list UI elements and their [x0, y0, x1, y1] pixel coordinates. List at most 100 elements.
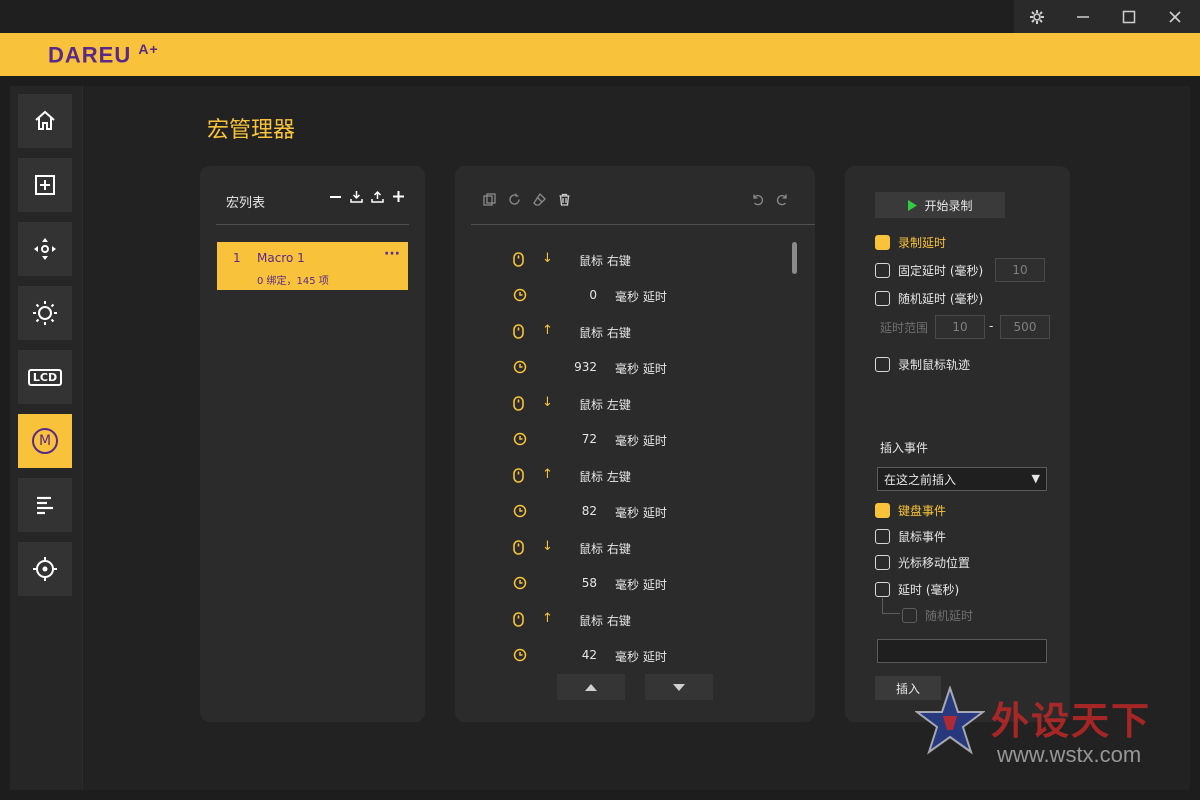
minus-icon[interactable]: [329, 190, 342, 203]
event-row[interactable]: 932 毫秒 延时: [455, 350, 785, 386]
fixed-delay-checkbox[interactable]: [875, 263, 890, 278]
fixed-delay-option[interactable]: 固定延时 (毫秒): [875, 262, 983, 279]
record-track-checkbox[interactable]: [875, 357, 890, 372]
caret-down-icon: ▼: [1031, 472, 1040, 485]
sidebar-item-home[interactable]: [18, 94, 72, 148]
import-icon[interactable]: [350, 190, 363, 203]
mouse-event-option[interactable]: 鼠标事件: [875, 528, 946, 545]
close-button[interactable]: [1152, 0, 1198, 33]
redo-arrow-icon[interactable]: [776, 193, 789, 206]
triangle-down-icon: [673, 683, 685, 691]
insert-value-input[interactable]: [877, 639, 1047, 663]
sidebar-item-macro[interactable]: M: [18, 414, 72, 468]
direction-arrow: ↓: [542, 539, 553, 554]
home-icon: [35, 110, 55, 130]
insert-random-delay-checkbox[interactable]: [902, 608, 917, 623]
export-icon[interactable]: [371, 190, 384, 203]
event-row[interactable]: 0 毫秒 延时: [455, 278, 785, 314]
settings-button[interactable]: [1014, 0, 1060, 33]
scroll-down-button[interactable]: [645, 674, 713, 700]
clock-icon: [513, 504, 527, 518]
sidebar-item-lighting[interactable]: [18, 286, 72, 340]
play-icon: [908, 199, 918, 211]
event-row[interactable]: 42 毫秒 延时: [455, 638, 785, 674]
watermark-text: 外设天下: [991, 699, 1152, 743]
event-label: 鼠标 右键: [579, 542, 631, 556]
maximize-button[interactable]: [1106, 0, 1152, 33]
event-row[interactable]: ↓ 鼠标 右键: [455, 530, 785, 566]
macro-more-button[interactable]: ···: [384, 246, 400, 262]
scroll-up-button[interactable]: [557, 674, 625, 700]
record-delay-label: 录制延时: [898, 236, 947, 250]
delay-range-max-input[interactable]: 500: [1000, 315, 1050, 339]
mouse-icon: [513, 252, 524, 267]
insert-delay-option[interactable]: 延时 (毫秒): [875, 581, 959, 598]
insert-position-select[interactable]: 在这之前插入 ▼: [877, 467, 1047, 491]
event-row[interactable]: ↓ 鼠标 右键: [455, 242, 785, 278]
macro-number: 1: [233, 251, 241, 265]
delay-range-min-input[interactable]: 10: [935, 315, 985, 339]
event-row[interactable]: ↑ 鼠标 左键: [455, 458, 785, 494]
event-row[interactable]: ↓ 鼠标 左键: [455, 386, 785, 422]
sidebar-item-dpi[interactable]: [18, 542, 72, 596]
insert-random-delay-option[interactable]: 随机延时: [902, 607, 973, 624]
cursor-position-option[interactable]: 光标移动位置: [875, 554, 970, 571]
sidebar-item-add[interactable]: [18, 158, 72, 212]
mouse-icon: [513, 324, 524, 339]
insert-delay-label: 延时 (毫秒): [898, 583, 960, 597]
delay-range-separator: -: [989, 319, 994, 333]
random-delay-checkbox[interactable]: [875, 291, 890, 306]
event-row[interactable]: 72 毫秒 延时: [455, 422, 785, 458]
keyboard-event-checkbox[interactable]: [875, 503, 890, 518]
random-delay-option[interactable]: 随机延时 (毫秒): [875, 290, 983, 307]
keyboard-event-option[interactable]: 键盘事件: [875, 502, 946, 519]
delay-value: 0: [589, 288, 597, 302]
add-icon[interactable]: [392, 190, 405, 203]
clock-icon: [513, 432, 527, 446]
macro-name: Macro 1: [257, 251, 305, 265]
window-controls: [1014, 0, 1200, 33]
fixed-delay-label: 固定延时 (毫秒): [898, 264, 984, 278]
events-divider: [471, 224, 815, 225]
record-delay-checkbox[interactable]: [875, 235, 890, 250]
star-logo-icon: [915, 686, 985, 755]
event-row[interactable]: ↑ 鼠标 右键: [455, 602, 785, 638]
event-label: 鼠标 左键: [579, 470, 631, 484]
record-delay-option[interactable]: 录制延时: [875, 234, 946, 251]
clock-icon: [513, 360, 527, 374]
mouse-event-checkbox[interactable]: [875, 529, 890, 544]
copy-icon[interactable]: [483, 193, 496, 206]
macro-summary: 0 绑定，145 项: [257, 276, 329, 287]
delay-unit: 毫秒 延时: [615, 506, 667, 520]
maximize-icon: [1122, 10, 1136, 23]
event-list-scrollbar[interactable]: [792, 242, 797, 274]
eraser-icon[interactable]: [533, 193, 546, 206]
delay-unit: 毫秒 延时: [615, 650, 667, 664]
event-row[interactable]: ↑ 鼠标 右键: [455, 314, 785, 350]
undo-icon[interactable]: [751, 193, 764, 206]
plus-box-icon: [35, 175, 55, 195]
mouse-icon: [513, 540, 524, 555]
sidebar-item-lcd[interactable]: LCD: [18, 350, 72, 404]
insert-position-value: 在这之前插入: [884, 472, 957, 487]
trash-icon[interactable]: [558, 193, 571, 206]
redo-icon[interactable]: [508, 193, 521, 206]
delay-unit: 毫秒 延时: [615, 434, 667, 448]
dareu-logo: DAREU A+: [48, 41, 159, 68]
record-track-option[interactable]: 录制鼠标轨迹: [875, 356, 970, 373]
direction-arrow: ↓: [542, 251, 553, 266]
delay-unit: 毫秒 延时: [615, 290, 667, 304]
start-record-button[interactable]: 开始录制: [875, 192, 1005, 218]
event-row[interactable]: 58 毫秒 延时: [455, 566, 785, 602]
title-bar: [0, 0, 1200, 33]
clock-icon: [513, 648, 527, 662]
crosshair-icon: [33, 557, 57, 581]
macro-list-item[interactable]: 1 Macro 1 0 绑定，145 项 ···: [217, 242, 408, 290]
minimize-button[interactable]: [1060, 0, 1106, 33]
insert-delay-checkbox[interactable]: [875, 582, 890, 597]
fixed-delay-input[interactable]: 10: [995, 258, 1045, 282]
sidebar-item-keys[interactable]: [18, 222, 72, 276]
sidebar-item-performance[interactable]: [18, 478, 72, 532]
event-row[interactable]: 82 毫秒 延时: [455, 494, 785, 530]
cursor-position-checkbox[interactable]: [875, 555, 890, 570]
